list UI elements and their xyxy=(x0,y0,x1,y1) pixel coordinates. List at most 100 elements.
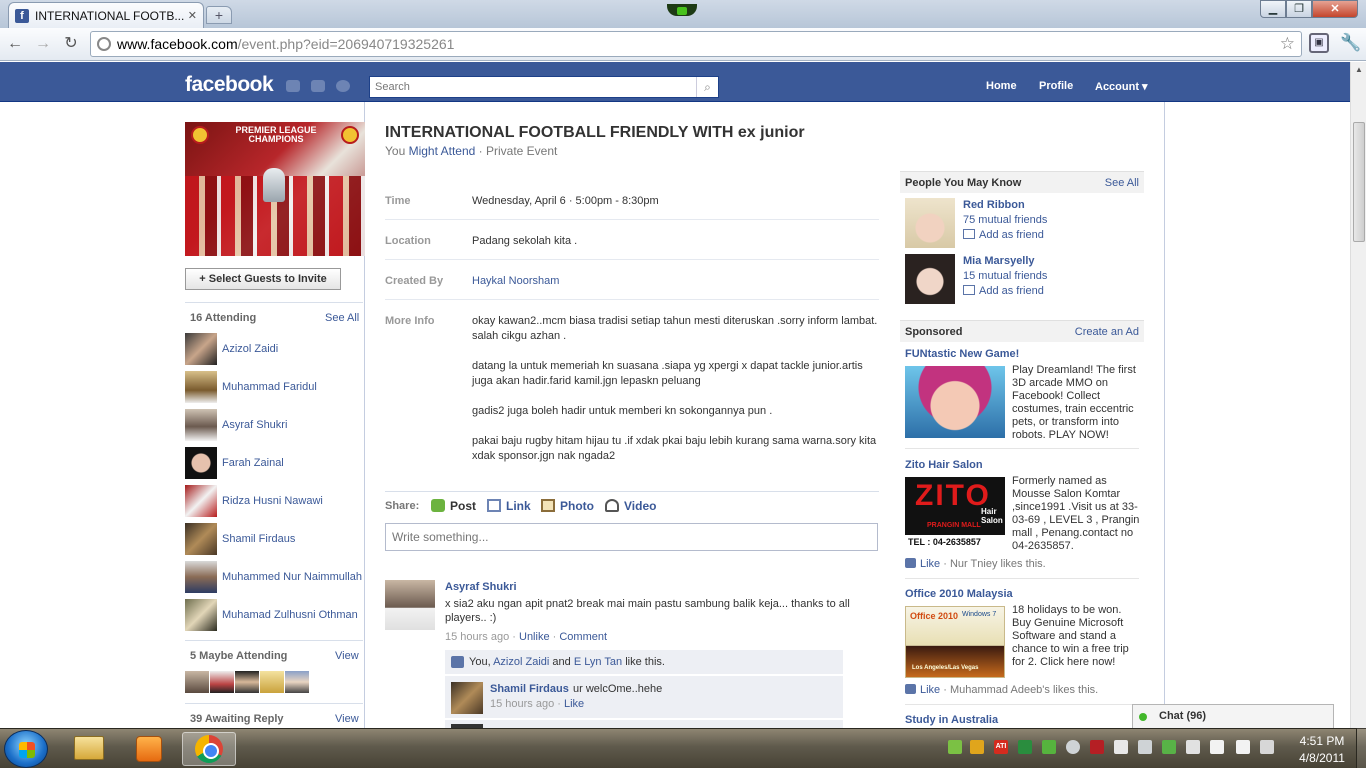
attendee-item[interactable]: Asyraf Shukri xyxy=(185,409,365,441)
liker-link[interactable]: Azizol Zaidi xyxy=(493,656,549,668)
unlike-link[interactable]: Unlike xyxy=(519,631,550,643)
tray-app-icon[interactable] xyxy=(948,740,962,754)
ad-like-link[interactable]: Like xyxy=(920,684,940,696)
add-friend-link[interactable]: Add as friend xyxy=(963,285,1044,297)
chat-bar[interactable]: Chat (96) xyxy=(1132,704,1334,728)
awaiting-view-link[interactable]: View xyxy=(335,713,359,725)
ad-title-link[interactable]: FUNtastic New Game! xyxy=(905,348,1019,360)
attendee-name[interactable]: Azizol Zaidi xyxy=(222,343,278,355)
attendee-item[interactable]: Azizol Zaidi xyxy=(185,333,365,365)
avatar[interactable] xyxy=(185,371,217,403)
messages-icon[interactable] xyxy=(311,80,325,92)
ad-image-dreamland[interactable] xyxy=(905,366,1005,438)
pymk-name[interactable]: Mia Marsyelly xyxy=(963,255,1035,267)
share-photo-tab[interactable]: Photo xyxy=(541,499,594,513)
comment-author-link[interactable]: Shamil Firdaus xyxy=(490,683,569,695)
nav-account[interactable]: Account ▾ xyxy=(1095,80,1148,93)
avatar[interactable] xyxy=(185,671,209,693)
attendee-item[interactable]: Muhamad Zulhusni Othman xyxy=(185,599,365,631)
start-button[interactable] xyxy=(4,730,48,768)
tray-app-icon[interactable] xyxy=(1066,740,1080,754)
maximize-button[interactable]: ❐ xyxy=(1286,0,1312,18)
tray-app-icon[interactable] xyxy=(970,740,984,754)
attendee-name[interactable]: Asyraf Shukri xyxy=(222,419,287,431)
bookmark-star-icon[interactable]: ☆ xyxy=(1280,34,1295,54)
wrench-icon[interactable]: 🔧 xyxy=(1340,33,1361,53)
ad-title-link[interactable]: Zito Hair Salon xyxy=(905,459,983,471)
back-icon[interactable]: ← xyxy=(4,33,26,55)
ad-image-zito[interactable]: ZITO Hair Salon PRANGIN MALL TEL : 04-26… xyxy=(905,477,1005,549)
tab-close-icon[interactable]: ✕ xyxy=(188,9,197,22)
tray-app-icon[interactable] xyxy=(1162,740,1176,754)
create-ad-link[interactable]: Create an Ad xyxy=(1075,326,1139,338)
network-icon[interactable] xyxy=(1260,740,1274,754)
extension-icon[interactable]: ▣ xyxy=(1309,33,1329,53)
browser-tab[interactable]: f INTERNATIONAL FOOTB... ✕ xyxy=(8,2,204,28)
add-friend-link[interactable]: Add as friend xyxy=(963,229,1044,241)
facebook-logo[interactable]: facebook xyxy=(185,73,274,97)
forward-icon[interactable]: → xyxy=(32,33,54,55)
rsvp-status-link[interactable]: Might Attend xyxy=(409,144,476,158)
taskbar-media-player[interactable] xyxy=(122,732,176,766)
avatar[interactable] xyxy=(185,333,217,365)
taskbar-chrome[interactable] xyxy=(182,732,236,766)
ad-title-link[interactable]: Study in Australia xyxy=(905,714,998,726)
attendee-name[interactable]: Muhamad Zulhusni Othman xyxy=(222,609,358,621)
avatar[interactable] xyxy=(185,561,217,593)
avatar[interactable] xyxy=(210,671,234,693)
liker-link[interactable]: E Lyn Tan xyxy=(574,656,622,668)
creator-link[interactable]: Haykal Noorsham xyxy=(472,274,559,289)
avatar[interactable] xyxy=(285,671,309,693)
share-video-tab[interactable]: Video xyxy=(605,499,656,513)
ad-text[interactable]: 18 holidays to be won. Buy Genuine Micro… xyxy=(1012,604,1140,669)
ad-like-link[interactable]: Like xyxy=(920,558,940,570)
write-something-input[interactable] xyxy=(386,524,877,550)
post-author-avatar[interactable] xyxy=(385,580,435,630)
clock-date[interactable]: 4/8/2011 xyxy=(1290,751,1354,765)
pymk-see-all-link[interactable]: See All xyxy=(1105,177,1139,189)
comment-like-link[interactable]: Like xyxy=(564,698,584,710)
attendee-name[interactable]: Shamil Firdaus xyxy=(222,533,295,545)
avatar[interactable] xyxy=(185,599,217,631)
reload-icon[interactable]: ↻ xyxy=(60,33,82,55)
attendee-name[interactable]: Ridza Husni Nawawi xyxy=(222,495,323,507)
attendee-item[interactable]: Muhammad Faridul xyxy=(185,371,365,403)
ati-icon[interactable]: ATI xyxy=(994,740,1008,754)
pymk-name[interactable]: Red Ribbon xyxy=(963,199,1025,211)
clock-time[interactable]: 4:51 PM xyxy=(1290,734,1354,748)
new-tab-button[interactable]: + xyxy=(206,6,232,24)
avatar[interactable] xyxy=(185,523,217,555)
friend-requests-icon[interactable] xyxy=(286,80,300,92)
attendee-item[interactable]: Farah Zainal xyxy=(185,447,365,479)
share-post-tab[interactable]: Post xyxy=(431,499,476,513)
address-bar[interactable]: www.facebook.com/event.php?eid=206940719… xyxy=(90,31,1302,57)
attending-see-all-link[interactable]: See All xyxy=(325,312,359,324)
taskbar-explorer[interactable] xyxy=(62,732,116,766)
share-link-tab[interactable]: Link xyxy=(487,499,531,513)
attendee-name[interactable]: Muhammed Nur Naimmullah xyxy=(222,571,362,583)
avatar[interactable] xyxy=(235,671,259,693)
tray-app-icon[interactable] xyxy=(1042,740,1056,754)
avatar[interactable] xyxy=(185,409,217,441)
nav-home[interactable]: Home xyxy=(986,80,1017,92)
ad-title-link[interactable]: Office 2010 Malaysia xyxy=(905,588,1013,600)
search-icon[interactable]: ⌕ xyxy=(696,77,718,97)
post-author-link[interactable]: Asyraf Shukri xyxy=(445,581,517,593)
ad-text[interactable]: Play Dreamland! The first 3D arcade MMO … xyxy=(1012,364,1140,442)
volume-icon[interactable] xyxy=(1236,740,1250,754)
mutual-friends-link[interactable]: 75 mutual friends xyxy=(963,214,1047,226)
ad-text[interactable]: Formerly named as Mousse Salon Komtar ,s… xyxy=(1012,475,1140,553)
minimize-button[interactable]: ▁ xyxy=(1260,0,1286,18)
action-center-flag-icon[interactable] xyxy=(1210,740,1224,754)
attendee-name[interactable]: Farah Zainal xyxy=(222,457,284,469)
tray-app-icon[interactable] xyxy=(1018,740,1032,754)
event-photo[interactable]: PREMIER LEAGUE CHAMPIONS xyxy=(185,122,365,256)
close-window-button[interactable]: ✕ xyxy=(1312,0,1358,18)
tray-app-icon[interactable] xyxy=(1114,740,1128,754)
comment-link[interactable]: Comment xyxy=(559,631,607,643)
scroll-thumb[interactable] xyxy=(1353,122,1365,242)
avatar[interactable] xyxy=(185,485,217,517)
show-desktop-button[interactable] xyxy=(1356,728,1366,768)
search-input[interactable] xyxy=(370,77,695,97)
nav-profile[interactable]: Profile xyxy=(1039,80,1073,92)
